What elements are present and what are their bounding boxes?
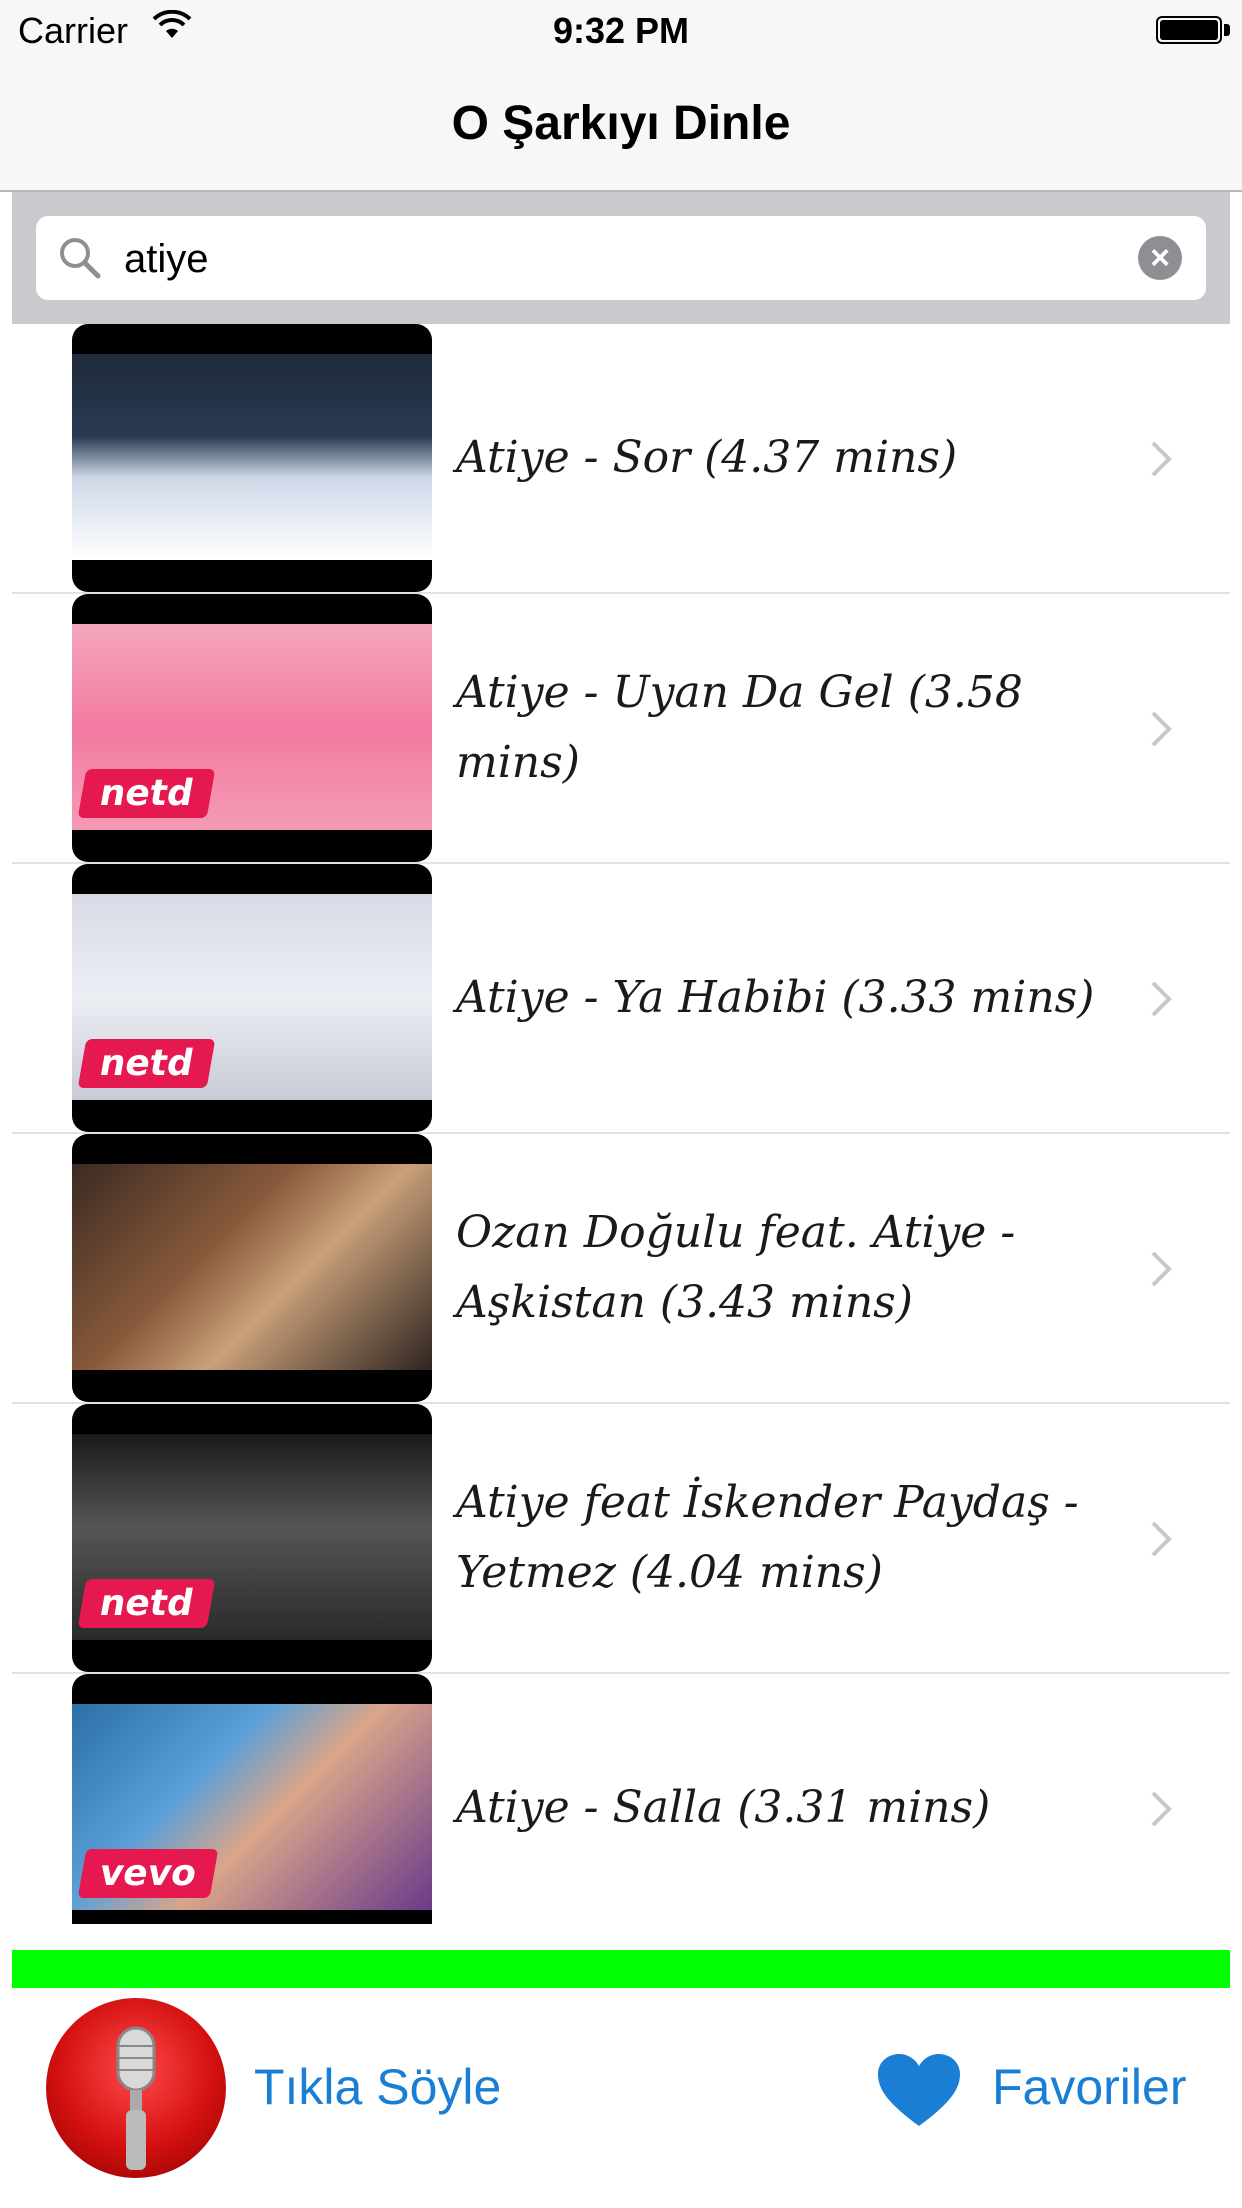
list-item[interactable]: Atiye - Sor (4.37 mins)	[12, 324, 1230, 594]
list-item[interactable]: Ozan Doğulu feat. Atiye - Aşkistan (3.43…	[12, 1134, 1230, 1404]
chevron-right-icon	[1151, 1521, 1172, 1557]
status-bar: Carrier 9:32 PM	[0, 0, 1242, 60]
search-bar: ×	[12, 192, 1230, 324]
battery-tip	[1224, 24, 1230, 36]
channel-badge: netd	[77, 769, 216, 818]
heart-icon[interactable]	[876, 2052, 962, 2128]
navigation-bar: O Şarkıyı Dinle	[0, 60, 1242, 192]
results-list: Atiye - Sor (4.37 mins) netd Atiye - Uya…	[12, 324, 1230, 1924]
video-thumbnail: netd	[72, 594, 432, 862]
battery-icon	[1156, 16, 1222, 44]
page-title: O Şarkıyı Dinle	[451, 97, 791, 150]
list-item[interactable]: vevo Atiye - Salla (3.31 mins)	[12, 1674, 1230, 1924]
speak-button-label[interactable]: Tıkla Söyle	[254, 2058, 501, 2116]
microphone-icon	[116, 2026, 156, 2170]
chevron-right-icon	[1151, 441, 1172, 477]
clear-icon[interactable]: ×	[1138, 236, 1182, 280]
video-thumbnail: netd	[72, 1404, 432, 1672]
list-item[interactable]: netd Atiye - Ya Habibi (3.33 mins)	[12, 864, 1230, 1134]
channel-badge: vevo	[77, 1849, 219, 1898]
list-item[interactable]: netd Atiye - Uyan Da Gel (3.58 mins)	[12, 594, 1230, 864]
channel-badge: netd	[77, 1579, 216, 1628]
video-thumbnail	[72, 324, 432, 592]
clock: 9:32 PM	[552, 10, 690, 51]
video-title: Atiye - Ya Habibi (3.33 mins)	[456, 972, 1095, 1023]
chevron-right-icon	[1151, 711, 1172, 747]
video-thumbnail	[72, 1134, 432, 1402]
video-title: Atiye - Salla (3.31 mins)	[456, 1782, 991, 1833]
search-field[interactable]: ×	[36, 216, 1206, 300]
green-divider-bar	[12, 1950, 1230, 1988]
video-title: Atiye - Sor (4.37 mins)	[456, 432, 958, 483]
microphone-button[interactable]	[46, 1998, 226, 2178]
chevron-right-icon	[1151, 1791, 1172, 1827]
video-title: Ozan Doğulu feat. Atiye - Aşkistan (3.43…	[456, 1207, 1016, 1328]
favorites-button[interactable]: Favoriler	[992, 2058, 1186, 2116]
video-title: Atiye feat İskender Paydaş - Yetmez (4.0…	[456, 1477, 1079, 1598]
video-thumbnail: netd	[72, 864, 432, 1132]
video-thumbnail: vevo	[72, 1674, 432, 1924]
search-input[interactable]	[122, 226, 1126, 292]
list-item[interactable]: netd Atiye feat İskender Paydaş - Yetmez…	[12, 1404, 1230, 1674]
video-title: Atiye - Uyan Da Gel (3.58 mins)	[456, 667, 1023, 788]
bottom-toolbar: Tıkla Söyle Favoriler	[0, 1988, 1242, 2208]
chevron-right-icon	[1151, 1251, 1172, 1287]
channel-badge: netd	[77, 1039, 216, 1088]
chevron-right-icon	[1151, 981, 1172, 1017]
search-icon	[60, 238, 101, 279]
